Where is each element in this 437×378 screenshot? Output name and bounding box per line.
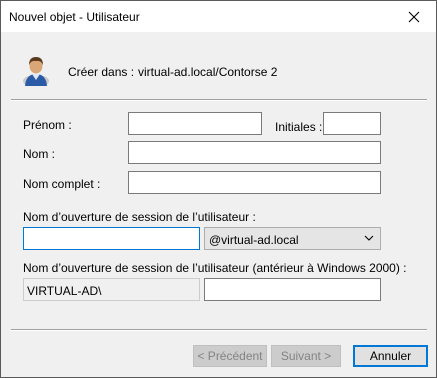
logon-pre2000-label: Nom d’ouverture de session de l’utilisat…	[23, 261, 407, 275]
initials-label: Initiales :	[275, 120, 323, 134]
logon-domain-value: @virtual-ad.local	[209, 233, 299, 247]
close-button[interactable]	[392, 1, 436, 32]
create-in-path: virtual-ad.local/Contorse 2	[138, 65, 278, 79]
last-name-label: Nom :	[23, 147, 56, 161]
create-in-label: Créer dans :	[68, 65, 135, 79]
logon-name-field[interactable]	[23, 227, 200, 250]
last-name-field[interactable]	[128, 141, 381, 164]
full-name-label: Nom complet :	[23, 177, 101, 191]
logon-pre2000-field[interactable]	[204, 278, 381, 301]
first-name-field[interactable]	[128, 112, 262, 135]
title-bar: Nouvel objet - Utilisateur	[1, 1, 436, 32]
cancel-button[interactable]: Annuler	[353, 345, 428, 367]
previous-button[interactable]: < Précédent	[193, 345, 267, 367]
next-button[interactable]: Suivant >	[271, 345, 341, 367]
close-icon	[408, 11, 420, 22]
full-name-field[interactable]	[128, 171, 381, 194]
chevron-down-icon	[364, 235, 374, 241]
dialog-window: Nouvel objet - Utilisateur Créer dans : …	[0, 0, 437, 378]
first-name-label: Prénom :	[23, 118, 72, 132]
user-icon	[20, 54, 52, 87]
logon-pre2000-domain-field: VIRTUAL-AD\	[23, 278, 200, 301]
window-title: Nouvel objet - Utilisateur	[9, 10, 140, 24]
initials-field[interactable]	[323, 112, 381, 135]
logon-name-label: Nom d’ouverture de session de l’utilisat…	[23, 210, 256, 224]
logon-domain-select[interactable]: @virtual-ad.local	[204, 227, 381, 250]
